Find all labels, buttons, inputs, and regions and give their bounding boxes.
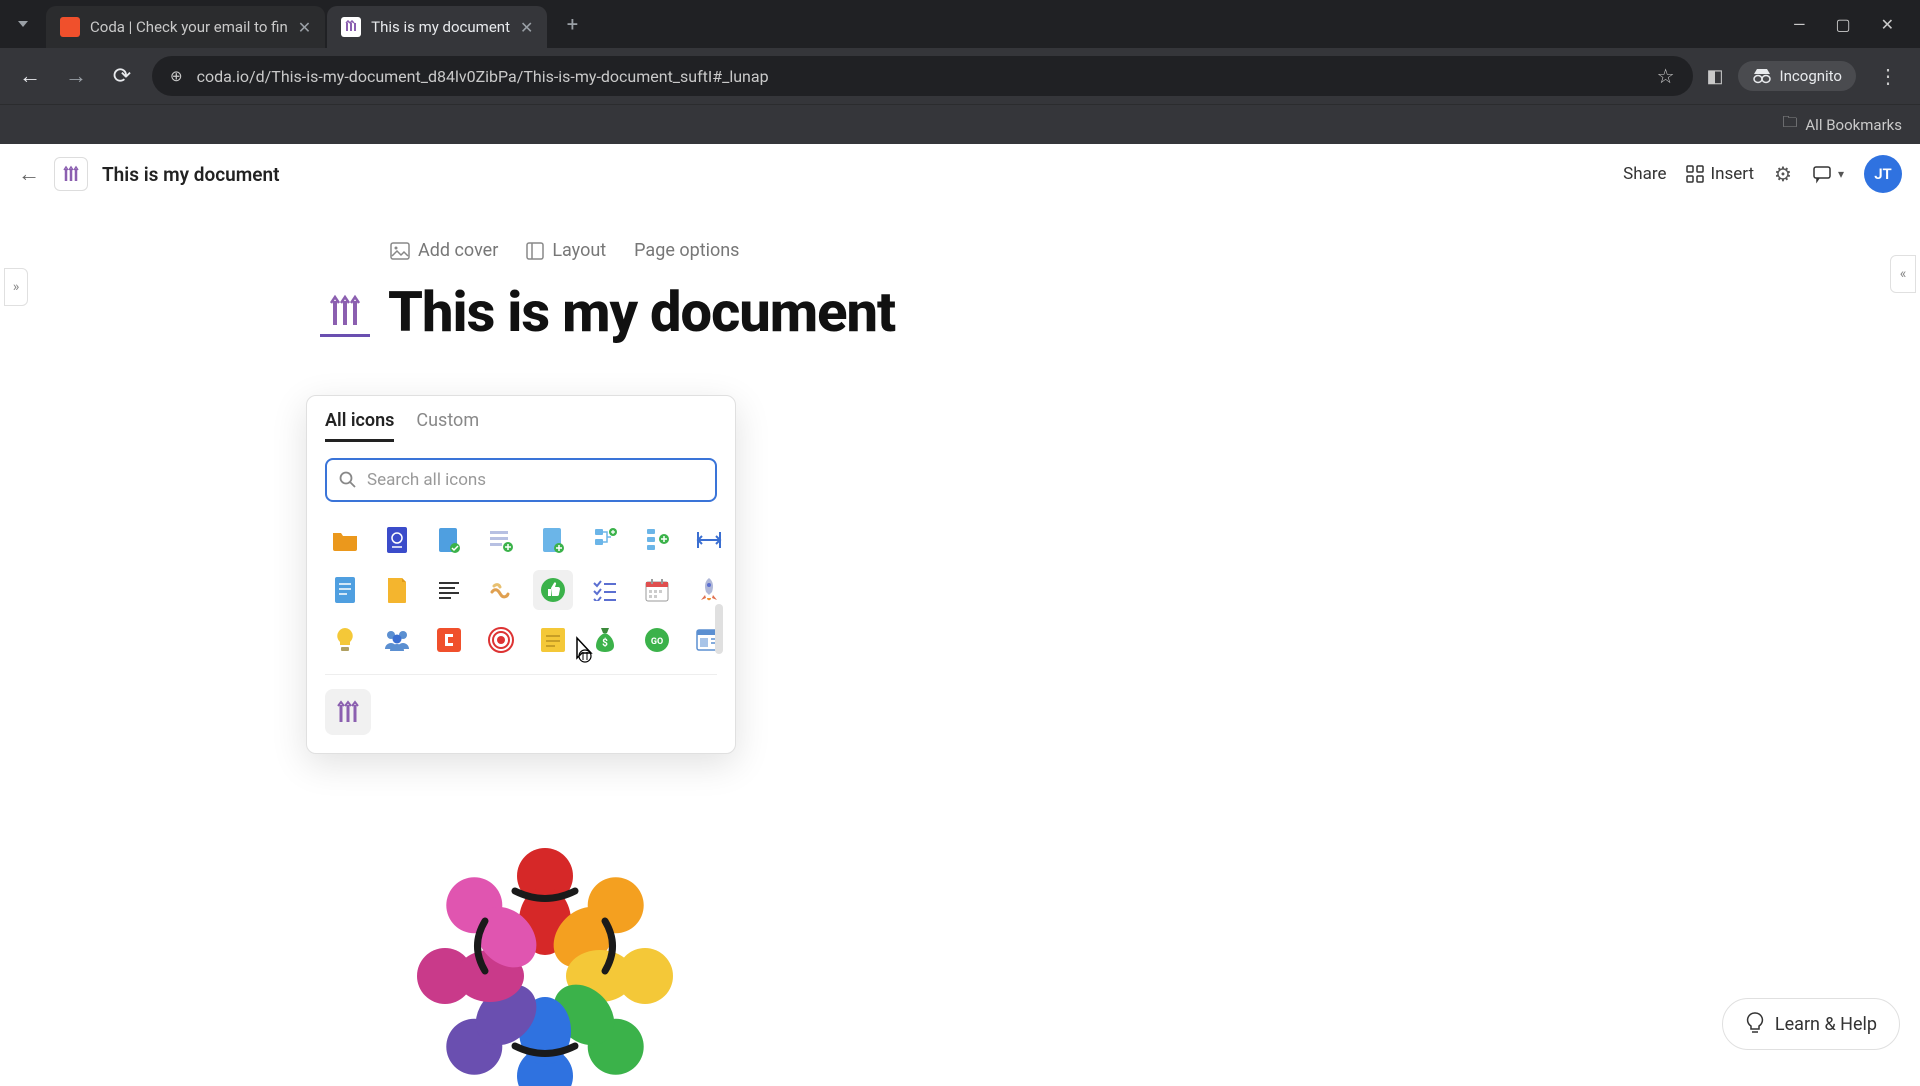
layout-icon: [526, 242, 544, 260]
slider-move-icon: [325, 291, 365, 331]
icon-picker-popover: All icons Custom $ GO: [306, 395, 736, 754]
app-back-button[interactable]: ←: [18, 161, 40, 187]
calendar-icon[interactable]: [637, 570, 677, 610]
go-badge-icon[interactable]: GO: [637, 620, 677, 660]
layout-button[interactable]: Layout: [526, 240, 606, 261]
icon-grid-scrollbar[interactable]: [715, 604, 723, 654]
tab-search-dropdown[interactable]: [10, 11, 36, 37]
doc-plus-icon[interactable]: [533, 520, 573, 560]
align-text-icon[interactable]: [429, 570, 469, 610]
page-options-label: Page options: [634, 240, 739, 261]
tab-custom[interactable]: Custom: [416, 410, 479, 442]
chevron-down-icon: ▾: [1838, 167, 1844, 181]
svg-text:$: $: [602, 636, 608, 649]
browser-tab-0[interactable]: Coda | Check your email to fin ✕: [46, 6, 325, 48]
forward-button[interactable]: →: [60, 60, 92, 92]
team-icon[interactable]: [377, 620, 417, 660]
doc-check-icon[interactable]: [429, 520, 469, 560]
doc-favicon-icon: [341, 17, 361, 37]
icon-search-box[interactable]: [325, 458, 717, 502]
browser-url-bar: ← → ⟳ ⊕ coda.io/d/This-is-my-document_d8…: [0, 48, 1920, 104]
settings-gear-icon[interactable]: ⚙: [1774, 162, 1792, 186]
side-panel-icon[interactable]: ◧: [1707, 66, 1724, 87]
browser-tab-strip: Coda | Check your email to fin ✕ This is…: [0, 0, 1920, 48]
thumbs-up-icon[interactable]: [533, 570, 573, 610]
image-icon: [390, 242, 410, 260]
bulb-icon[interactable]: [325, 620, 365, 660]
list-add-icon[interactable]: [481, 520, 521, 560]
bookmarks-bar: 🗀 All Bookmarks: [0, 104, 1920, 144]
svg-text:GO: GO: [651, 637, 663, 647]
note-yellow-icon[interactable]: [533, 620, 573, 660]
incognito-icon: [1752, 68, 1772, 84]
new-tab-button[interactable]: +: [555, 7, 589, 41]
learn-help-label: Learn & Help: [1775, 1014, 1877, 1035]
learn-help-button[interactable]: Learn & Help: [1722, 998, 1900, 1050]
search-icon: [339, 471, 357, 489]
share-button[interactable]: Share: [1623, 164, 1666, 184]
comments-button[interactable]: ▾: [1812, 164, 1844, 184]
all-bookmarks-button[interactable]: 🗀 All Bookmarks: [1782, 112, 1902, 137]
comment-icon: [1812, 164, 1832, 184]
incognito-indicator[interactable]: Incognito: [1738, 61, 1856, 91]
rocket-icon[interactable]: [689, 570, 729, 610]
maximize-icon[interactable]: ▢: [1835, 15, 1850, 34]
recent-icon-0[interactable]: [325, 689, 371, 735]
tree-add-icon[interactable]: [585, 520, 625, 560]
money-bag-icon[interactable]: $: [585, 620, 625, 660]
hands-icon[interactable]: [481, 570, 521, 610]
incognito-label: Incognito: [1780, 67, 1842, 85]
slider-move-icon: [334, 698, 362, 726]
doc-title[interactable]: This is my document: [102, 163, 280, 186]
site-info-icon[interactable]: ⊕: [170, 67, 183, 85]
passport-icon[interactable]: [377, 520, 417, 560]
all-bookmarks-label: All Bookmarks: [1805, 116, 1902, 134]
grid-icon: [1686, 165, 1704, 183]
page-title-icon-button[interactable]: [320, 287, 370, 337]
bookmark-star-icon[interactable]: ☆: [1657, 64, 1675, 88]
chrome-menu-icon[interactable]: ⋮: [1870, 64, 1906, 88]
browser-tab-1[interactable]: This is my document ✕: [327, 6, 547, 48]
window-controls: — ▢ ✕: [1793, 15, 1910, 34]
user-avatar[interactable]: JT: [1864, 155, 1902, 193]
tab-all-icons[interactable]: All icons: [325, 410, 394, 442]
insert-label: Insert: [1710, 164, 1754, 184]
app-header: ← This is my document Share Insert ⚙ ▾ J…: [0, 144, 1920, 204]
icon-grid: $ GO: [325, 520, 717, 675]
doc-blue-icon[interactable]: [325, 570, 365, 610]
insert-button[interactable]: Insert: [1686, 164, 1754, 184]
tab-close-icon[interactable]: ✕: [298, 18, 311, 37]
address-bar[interactable]: ⊕ coda.io/d/This-is-my-document_d84lv0Zi…: [152, 56, 1693, 96]
tab-title: This is my document: [371, 18, 510, 36]
page-title[interactable]: This is my document: [388, 279, 895, 345]
width-icon[interactable]: [689, 520, 729, 560]
url-text: coda.io/d/This-is-my-document_d84lv0ZibP…: [197, 67, 769, 86]
page-options-row: Add cover Layout Page options: [390, 240, 1920, 261]
back-button[interactable]: ←: [14, 60, 46, 92]
minimize-icon[interactable]: —: [1793, 15, 1806, 34]
add-cover-button[interactable]: Add cover: [390, 240, 498, 261]
page-content: Add cover Layout Page options This is my…: [0, 204, 1920, 345]
tab-title: Coda | Check your email to fin: [90, 18, 288, 36]
layout-label: Layout: [552, 240, 606, 261]
tree-plus-icon[interactable]: [637, 520, 677, 560]
page-yellow-icon[interactable]: [377, 570, 417, 610]
bulb-icon: [1745, 1012, 1765, 1036]
team-circle-graphic: [375, 826, 715, 1086]
close-window-icon[interactable]: ✕: [1881, 15, 1894, 34]
folder-icon[interactable]: [325, 520, 365, 560]
tab-close-icon[interactable]: ✕: [520, 18, 533, 37]
news-icon[interactable]: [689, 620, 729, 660]
doc-icon-button[interactable]: [54, 157, 88, 191]
coda-favicon-icon: [60, 17, 80, 37]
reload-button[interactable]: ⟳: [106, 60, 138, 92]
add-cover-label: Add cover: [418, 240, 498, 261]
coda-logo-icon[interactable]: [429, 620, 469, 660]
icon-search-input[interactable]: [367, 470, 703, 490]
page-options-button[interactable]: Page options: [634, 240, 739, 261]
folder-icon: 🗀: [1782, 112, 1797, 137]
recent-icons-row: [325, 689, 717, 735]
checklist-icon[interactable]: [585, 570, 625, 610]
target-icon[interactable]: [481, 620, 521, 660]
